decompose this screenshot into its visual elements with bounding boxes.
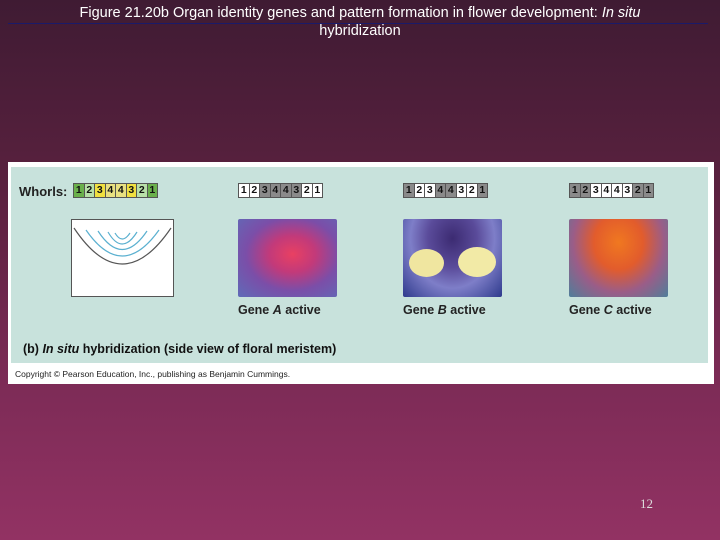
whorl-strip-gene-c: 1 2 3 4 4 3 2 1 (569, 183, 654, 198)
stain-region (409, 249, 444, 277)
copyright-text: Copyright © Pearson Education, Inc., pub… (15, 369, 291, 379)
slide-title: Figure 21.20b Organ identity genes and p… (10, 4, 710, 40)
title-main: Figure 21.20b Organ identity genes and p… (79, 5, 602, 21)
whorl-strip-colored: 1 2 3 4 4 3 2 1 (73, 183, 158, 198)
figure-panel: Whorls: 1 2 3 4 4 3 2 1 1 2 3 4 4 3 2 1 … (11, 167, 708, 363)
caption-rest: hybridization (side view of floral meris… (79, 342, 337, 356)
whorl-cell: 1 (146, 183, 158, 198)
gene-b-micrograph (403, 219, 502, 297)
gene-suffix: active (281, 303, 321, 317)
caption-italic: In situ (42, 342, 80, 356)
gene-prefix: Gene (238, 303, 273, 317)
gene-b-label: Gene B active (403, 303, 486, 317)
whorls-label: Whorls: (19, 184, 68, 199)
title-underline (8, 23, 708, 24)
figure-caption: (b) In situ hybridization (side view of … (23, 342, 336, 356)
gene-suffix: active (612, 303, 652, 317)
title-italic: In situ (601, 5, 641, 21)
gene-letter: C (603, 303, 613, 317)
gene-c-micrograph (569, 219, 668, 297)
stain-region (458, 247, 496, 277)
gene-letter: A (272, 303, 282, 317)
whorl-cell: 1 (642, 183, 654, 198)
meristem-diagram (71, 219, 174, 297)
whorl-strip-gene-a: 1 2 3 4 4 3 2 1 (238, 183, 323, 198)
gene-prefix: Gene (569, 303, 604, 317)
figure-image: Whorls: 1 2 3 4 4 3 2 1 1 2 3 4 4 3 2 1 … (8, 162, 714, 384)
title-tail: hybridization (319, 23, 401, 39)
whorl-strip-gene-b: 1 2 3 4 4 3 2 1 (403, 183, 488, 198)
gene-a-label: Gene A active (238, 303, 321, 317)
whorl-cell: 1 (476, 183, 488, 198)
gene-c-label: Gene C active (569, 303, 652, 317)
whorl-cell: 1 (311, 183, 323, 198)
gene-suffix: active (446, 303, 486, 317)
gene-prefix: Gene (403, 303, 438, 317)
meristem-arcs (73, 227, 172, 265)
caption-prefix: (b) (23, 342, 43, 356)
gene-a-micrograph (238, 219, 337, 297)
gene-letter: B (437, 303, 447, 317)
page-number: 12 (640, 496, 653, 511)
